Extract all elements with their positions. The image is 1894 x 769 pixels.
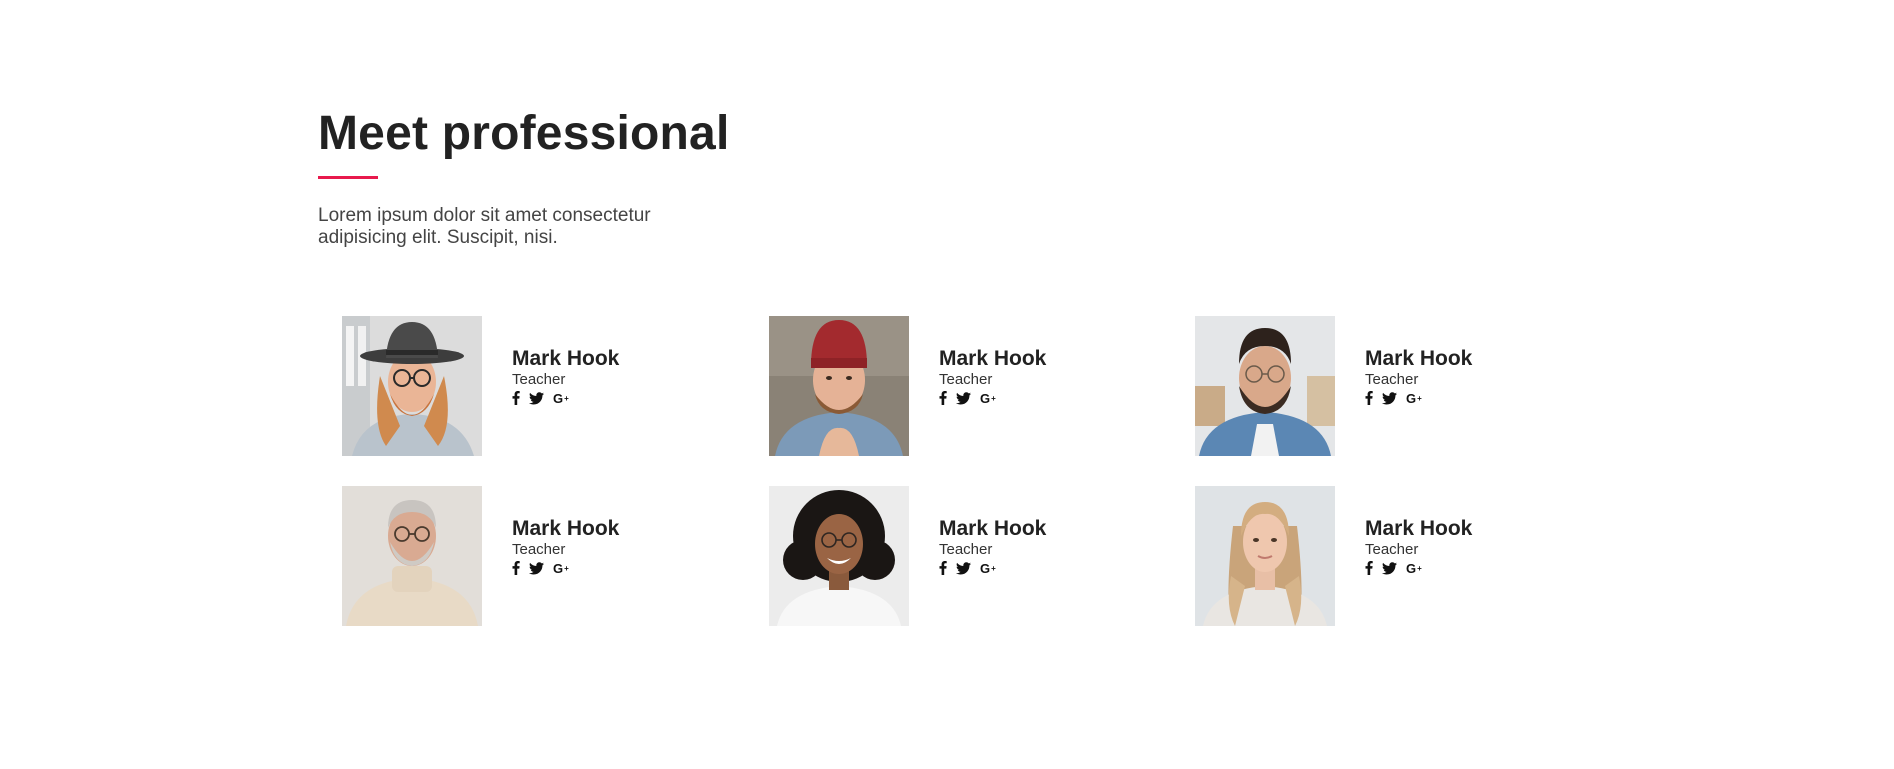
team-member-info: Mark Hook Teacher G + bbox=[939, 346, 1119, 406]
team-card: Mark Hook Teacher G + bbox=[342, 316, 702, 456]
facebook-icon[interactable] bbox=[939, 391, 947, 406]
team-member-role: Teacher bbox=[939, 541, 993, 558]
google-plus-icon[interactable]: G + bbox=[1406, 561, 1422, 576]
portrait-woman-blonde-image bbox=[1195, 486, 1335, 626]
google-plus-label: G bbox=[553, 560, 564, 576]
social-links: G + bbox=[512, 390, 692, 406]
team-member-name: Mark Hook bbox=[512, 517, 620, 540]
twitter-icon[interactable] bbox=[1382, 391, 1397, 406]
team-member-role: Teacher bbox=[512, 541, 566, 558]
team-grid: Mark Hook Teacher G + Mark Hook Teacher … bbox=[0, 0, 1894, 769]
portrait-man-glasses-image bbox=[1195, 316, 1335, 456]
facebook-icon[interactable] bbox=[512, 561, 520, 576]
facebook-icon[interactable] bbox=[1365, 561, 1373, 576]
social-links: G + bbox=[939, 560, 1119, 576]
twitter-icon[interactable] bbox=[1382, 561, 1397, 576]
twitter-icon[interactable] bbox=[529, 391, 544, 406]
team-card: Mark Hook Teacher G + bbox=[769, 316, 1129, 456]
team-member-photo bbox=[769, 486, 909, 626]
team-card: Mark Hook Teacher G + bbox=[1195, 486, 1555, 626]
team-member-name: Mark Hook bbox=[1365, 517, 1473, 540]
google-plus-icon[interactable]: G + bbox=[1406, 391, 1422, 406]
google-plus-icon[interactable]: G + bbox=[980, 561, 996, 576]
team-member-info: Mark Hook Teacher G + bbox=[512, 516, 692, 576]
twitter-icon[interactable] bbox=[956, 391, 971, 406]
team-member-info: Mark Hook Teacher G + bbox=[939, 516, 1119, 576]
google-plus-icon[interactable]: G + bbox=[553, 561, 569, 576]
team-card: Mark Hook Teacher G + bbox=[1195, 316, 1555, 456]
social-links: G + bbox=[1365, 390, 1545, 406]
twitter-icon[interactable] bbox=[956, 561, 971, 576]
team-member-name: Mark Hook bbox=[939, 517, 1047, 540]
team-member-role: Teacher bbox=[512, 371, 566, 388]
team-member-photo bbox=[1195, 316, 1335, 456]
portrait-older-man-image bbox=[342, 486, 482, 626]
team-member-info: Mark Hook Teacher G + bbox=[1365, 346, 1545, 406]
team-member-role: Teacher bbox=[1365, 541, 1419, 558]
team-member-photo bbox=[769, 316, 909, 456]
social-links: G + bbox=[512, 560, 692, 576]
team-member-info: Mark Hook Teacher G + bbox=[512, 346, 692, 406]
social-links: G + bbox=[939, 390, 1119, 406]
team-member-photo bbox=[1195, 486, 1335, 626]
team-member-photo bbox=[342, 316, 482, 456]
team-member-name: Mark Hook bbox=[939, 347, 1047, 370]
team-member-name: Mark Hook bbox=[1365, 347, 1473, 370]
facebook-icon[interactable] bbox=[939, 561, 947, 576]
facebook-icon[interactable] bbox=[512, 391, 520, 406]
team-member-info: Mark Hook Teacher G + bbox=[1365, 516, 1545, 576]
team-card: Mark Hook Teacher G + bbox=[342, 486, 702, 626]
google-plus-label: G bbox=[1406, 560, 1417, 576]
google-plus-icon[interactable]: G + bbox=[980, 391, 996, 406]
google-plus-label: G bbox=[553, 390, 564, 406]
team-card: Mark Hook Teacher G + bbox=[769, 486, 1129, 626]
portrait-man-hat-image bbox=[342, 316, 482, 456]
portrait-woman-curly-image bbox=[769, 486, 909, 626]
team-member-role: Teacher bbox=[1365, 371, 1419, 388]
google-plus-label: G bbox=[980, 560, 991, 576]
google-plus-icon[interactable]: G + bbox=[553, 391, 569, 406]
google-plus-label: G bbox=[1406, 390, 1417, 406]
team-member-role: Teacher bbox=[939, 371, 993, 388]
social-links: G + bbox=[1365, 560, 1545, 576]
twitter-icon[interactable] bbox=[529, 561, 544, 576]
facebook-icon[interactable] bbox=[1365, 391, 1373, 406]
team-member-name: Mark Hook bbox=[512, 347, 620, 370]
google-plus-label: G bbox=[980, 390, 991, 406]
portrait-man-beanie-image bbox=[769, 316, 909, 456]
team-member-photo bbox=[342, 486, 482, 626]
